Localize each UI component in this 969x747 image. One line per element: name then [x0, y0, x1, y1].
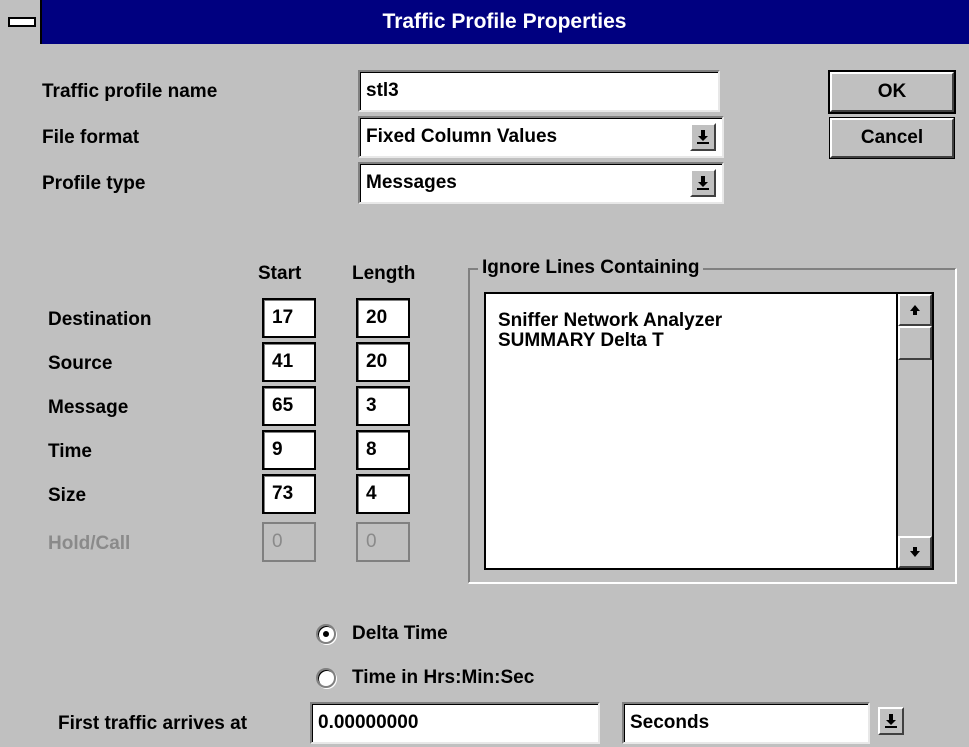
- up-arrow-icon: [910, 305, 920, 315]
- first-traffic-label: First traffic arrives at: [58, 713, 248, 734]
- hold-call-label: Hold/Call: [48, 533, 131, 554]
- file-format-value: Fixed Column Values: [366, 126, 558, 147]
- first-traffic-value: 0.00000000: [318, 712, 419, 733]
- down-arrow-underscore-icon: [697, 176, 709, 190]
- source-start-input[interactable]: 41: [262, 342, 316, 382]
- profile-name-label: Traffic profile name: [42, 81, 218, 102]
- hold-call-start-value: 0: [272, 531, 283, 552]
- time-hms-label[interactable]: Time in Hrs:Min:Sec: [352, 666, 534, 690]
- title-bar: Traffic Profile Properties: [0, 0, 969, 44]
- window-title: Traffic Profile Properties: [382, 10, 627, 33]
- message-length-value: 3: [366, 395, 377, 416]
- size-start-input[interactable]: 73: [262, 474, 316, 514]
- time-unit-value: Seconds: [630, 712, 710, 733]
- down-arrow-underscore-icon: [885, 714, 897, 728]
- ignore-lines-legend: Ignore Lines Containing: [478, 254, 704, 282]
- time-unit-select[interactable]: Seconds: [622, 702, 870, 744]
- time-length-value: 8: [366, 439, 377, 460]
- radio-selected-dot: [323, 631, 329, 637]
- down-arrow-underscore-icon: [697, 130, 709, 144]
- profile-name-input[interactable]: stl3: [358, 70, 720, 112]
- system-menu-icon[interactable]: [0, 0, 42, 44]
- message-label: Message: [48, 397, 129, 418]
- hold-call-length-value: 0: [366, 531, 377, 552]
- source-label: Source: [48, 353, 113, 374]
- time-hms-radio[interactable]: [316, 668, 336, 688]
- hold-call-start-input: 0: [262, 522, 316, 562]
- cancel-button[interactable]: Cancel: [829, 117, 955, 159]
- file-format-dropdown-button[interactable]: [690, 123, 716, 151]
- delta-time-label[interactable]: Delta Time: [352, 622, 448, 646]
- ok-button[interactable]: OK: [828, 70, 956, 114]
- hold-call-length-input: 0: [356, 522, 410, 562]
- down-arrow-icon: [910, 547, 920, 557]
- size-length-input[interactable]: 4: [356, 474, 410, 514]
- message-start-input[interactable]: 65: [262, 386, 316, 426]
- time-start-value: 9: [272, 439, 283, 460]
- start-column-header: Start: [258, 263, 302, 284]
- message-start-value: 65: [272, 395, 294, 416]
- profile-type-select[interactable]: Messages: [358, 162, 724, 204]
- first-traffic-input[interactable]: 0.00000000: [310, 702, 600, 744]
- source-length-value: 20: [366, 351, 388, 372]
- time-length-input[interactable]: 8: [356, 430, 410, 470]
- profile-name-value: stl3: [366, 80, 399, 101]
- scroll-up-button[interactable]: [898, 294, 932, 326]
- profile-type-label: Profile type: [42, 173, 146, 194]
- destination-length-input[interactable]: 20: [356, 298, 410, 338]
- ignore-lines-scrollbar[interactable]: [896, 292, 934, 570]
- destination-start-input[interactable]: 17: [262, 298, 316, 338]
- message-length-input[interactable]: 3: [356, 386, 410, 426]
- size-label: Size: [48, 485, 87, 506]
- scroll-down-button[interactable]: [898, 536, 932, 568]
- destination-start-value: 17: [272, 307, 294, 328]
- size-length-value: 4: [366, 483, 377, 504]
- time-start-input[interactable]: 9: [262, 430, 316, 470]
- file-format-select[interactable]: Fixed Column Values: [358, 116, 724, 158]
- destination-length-value: 20: [366, 307, 388, 328]
- time-unit-dropdown-button[interactable]: [878, 707, 904, 735]
- ignore-lines-listbox[interactable]: Sniffer Network Analyzer SUMMARY Delta T: [484, 292, 934, 570]
- file-format-label: File format: [42, 127, 140, 148]
- list-item[interactable]: SUMMARY Delta T: [498, 330, 664, 352]
- profile-type-dropdown-button[interactable]: [690, 169, 716, 197]
- list-item[interactable]: Sniffer Network Analyzer: [498, 310, 722, 332]
- source-length-input[interactable]: 20: [356, 342, 410, 382]
- source-start-value: 41: [272, 351, 294, 372]
- scroll-thumb[interactable]: [898, 326, 932, 360]
- delta-time-radio[interactable]: [316, 624, 336, 644]
- time-label: Time: [48, 441, 93, 462]
- profile-type-value: Messages: [366, 172, 457, 193]
- destination-label: Destination: [48, 309, 152, 330]
- size-start-value: 73: [272, 483, 294, 504]
- length-column-header: Length: [352, 263, 416, 284]
